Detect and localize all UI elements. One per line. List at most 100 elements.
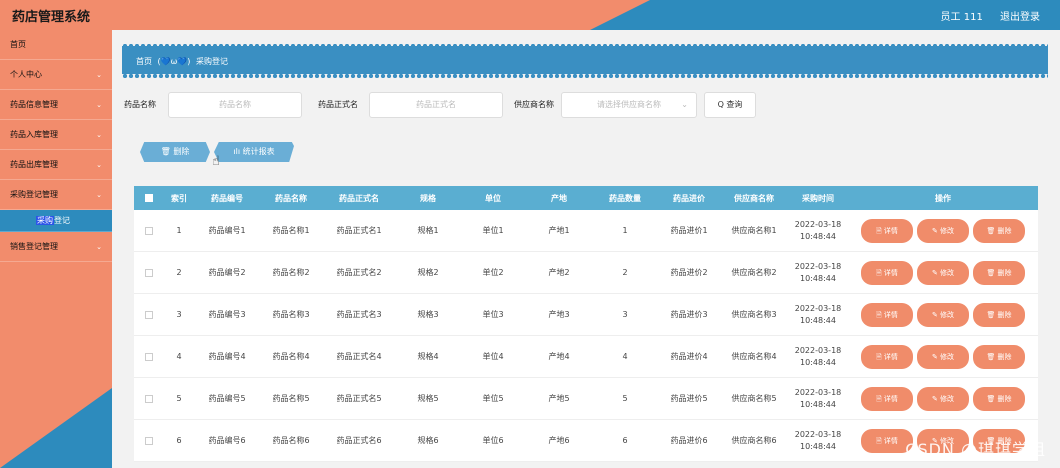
purchase-clock: 10:48:44 <box>800 357 836 367</box>
detail-button[interactable]: 🗎 详情 <box>863 346 911 367</box>
cell-purchase-time: 2022-03-18 10:48:44 <box>788 219 848 243</box>
stats-report-button[interactable]: ılı 统计报表 <box>214 142 294 162</box>
checkbox-icon <box>145 394 153 403</box>
sidebar-item-stock-out[interactable]: 药品出库管理 ⌄ <box>0 150 112 180</box>
cell-fullname: 药品正式名6 <box>336 436 382 445</box>
cell-name: 药品名称5 <box>272 394 310 403</box>
cell-price: 药品进价4 <box>670 352 708 361</box>
cell-code: 药品编号5 <box>208 394 246 403</box>
row-actions: 🗎 详情 ✎ 修改 🗑 删除 <box>848 388 1038 409</box>
purchase-date: 2022-03-18 <box>794 345 842 355</box>
cell-fullname: 药品正式名2 <box>336 268 382 277</box>
purchase-clock: 10:48:44 <box>800 273 836 283</box>
select-all-checkbox[interactable] <box>134 194 164 203</box>
main-content: 首页 (💙ω💙) 采购登记 药品名称 药品名称 药品正式名 药品正式名 供应商名… <box>112 30 1060 468</box>
detail-button[interactable]: 🗎 详情 <box>863 304 911 325</box>
detail-button[interactable]: 🗎 详情 <box>863 262 911 283</box>
detail-button[interactable]: 🗎 详情 <box>863 220 911 241</box>
row-checkbox[interactable] <box>134 394 164 403</box>
cell-qty: 1 <box>622 226 628 235</box>
cell-supplier: 供应商名称6 <box>731 436 777 445</box>
edit-button[interactable]: ✎ 修改 <box>919 388 967 409</box>
sidebar-item-label: 销售登记管理 <box>10 242 58 251</box>
supplier-select[interactable]: 请选择供应商名称 ⌄ <box>561 92 697 118</box>
detail-button[interactable]: 🗎 详情 <box>863 388 911 409</box>
purchase-table: 索引 药品编号 药品名称 药品正式名 规格 单位 产地 药品数量 药品进价 供应… <box>134 186 1038 462</box>
edit-button[interactable]: ✎ 修改 <box>919 304 967 325</box>
table-header: 索引 药品编号 药品名称 药品正式名 规格 单位 产地 药品数量 药品进价 供应… <box>134 186 1038 210</box>
cell-code: 药品编号4 <box>208 352 246 361</box>
drug-fullname-input[interactable]: 药品正式名 <box>369 92 503 118</box>
table-row: 3 药品编号3 药品名称3 药品正式名3 规格3 单位3 产地3 3 药品进价3… <box>134 294 1038 336</box>
row-actions: 🗎 详情 ✎ 修改 🗑 删除 <box>848 346 1038 367</box>
cell-index: 4 <box>176 352 182 361</box>
row-checkbox[interactable] <box>134 310 164 319</box>
user-area: 员工 111 退出登录 <box>927 8 1040 23</box>
cell-code: 药品编号3 <box>208 310 246 319</box>
sidebar-item-purchase[interactable]: 采购登记管理 ⌄ <box>0 180 112 210</box>
cell-supplier: 供应商名称5 <box>731 394 777 403</box>
delete-button[interactable]: 🗑 删除 <box>975 262 1023 283</box>
query-button[interactable]: Q 查询 <box>704 92 756 118</box>
delete-button[interactable]: 🗑 删除 <box>975 388 1023 409</box>
cell-unit: 单位5 <box>482 394 504 403</box>
row-checkbox[interactable] <box>134 268 164 277</box>
cell-origin: 产地3 <box>548 310 570 319</box>
col-header: 药品进价 <box>673 193 705 203</box>
col-header: 单位 <box>485 193 501 203</box>
sidebar-item-stock-in[interactable]: 药品入库管理 ⌄ <box>0 120 112 150</box>
detail-button[interactable]: 🗎 详情 <box>863 430 911 451</box>
checkbox-icon <box>145 436 153 445</box>
sidebar-item-home[interactable]: 首页 <box>0 30 112 60</box>
cell-code: 药品编号2 <box>208 268 246 277</box>
edit-button[interactable]: ✎ 修改 <box>919 346 967 367</box>
selected-text: 采购 <box>36 216 54 225</box>
hand-cursor-icon: ☝ <box>212 154 220 169</box>
sidebar-item-drug-info[interactable]: 药品信息管理 ⌄ <box>0 90 112 120</box>
drug-name-input[interactable]: 药品名称 <box>168 92 302 118</box>
sidebar-item-profile[interactable]: 个人中心 ⌄ <box>0 60 112 90</box>
row-actions: 🗎 详情 ✎ 修改 🗑 删除 <box>848 220 1038 241</box>
cell-index: 1 <box>176 226 182 235</box>
cell-qty: 4 <box>622 352 628 361</box>
cell-code: 药品编号1 <box>208 226 246 235</box>
sidebar-item-sales[interactable]: 销售登记管理 ⌄ <box>0 232 112 262</box>
table-row: 2 药品编号2 药品名称2 药品正式名2 规格2 单位2 产地2 2 药品进价2… <box>134 252 1038 294</box>
purchase-clock: 10:48:44 <box>800 231 836 241</box>
purchase-date: 2022-03-18 <box>794 261 842 271</box>
chevron-down-icon: ⌄ <box>96 161 102 169</box>
batch-delete-button[interactable]: 🗑 删除 <box>140 142 210 162</box>
row-actions: 🗎 详情 ✎ 修改 🗑 删除 <box>848 262 1038 283</box>
cell-supplier: 供应商名称2 <box>731 268 777 277</box>
delete-button[interactable]: 🗑 删除 <box>975 304 1023 325</box>
delete-button[interactable]: 🗑 删除 <box>975 220 1023 241</box>
checkbox-icon <box>145 352 153 361</box>
row-checkbox[interactable] <box>134 352 164 361</box>
logout-link[interactable]: 退出登录 <box>1000 12 1040 23</box>
sidebar: 首页 个人中心 ⌄ 药品信息管理 ⌄ 药品入库管理 ⌄ 药品出库管理 ⌄ 采购登记管理 ⌄… <box>0 30 112 468</box>
breadcrumb-home[interactable]: 首页 <box>136 57 152 66</box>
checkbox-icon <box>145 194 153 202</box>
cell-origin: 产地5 <box>548 394 570 403</box>
cell-index: 3 <box>176 310 182 319</box>
cell-purchase-time: 2022-03-18 10:48:44 <box>788 345 848 369</box>
top-header: 药店管理系统 员工 111 退出登录 <box>0 0 1060 30</box>
cell-fullname: 药品正式名5 <box>336 394 382 403</box>
cell-spec: 规格4 <box>417 352 439 361</box>
delete-button[interactable]: 🗑 删除 <box>975 346 1023 367</box>
row-checkbox[interactable] <box>134 436 164 445</box>
row-checkbox[interactable] <box>134 226 164 235</box>
chevron-down-icon: ⌄ <box>96 131 102 139</box>
cell-purchase-time: 2022-03-18 10:48:44 <box>788 387 848 411</box>
current-user[interactable]: 员工 111 <box>941 12 983 23</box>
cell-name: 药品名称6 <box>272 436 310 445</box>
cell-unit: 单位3 <box>482 310 504 319</box>
drug-fullname-label: 药品正式名 <box>318 100 358 109</box>
cell-origin: 产地4 <box>548 352 570 361</box>
cell-price: 药品进价1 <box>670 226 708 235</box>
col-header: 操作 <box>935 193 951 203</box>
edit-button[interactable]: ✎ 修改 <box>919 262 967 283</box>
edit-button[interactable]: ✎ 修改 <box>919 220 967 241</box>
table-row: 1 药品编号1 药品名称1 药品正式名1 规格1 单位1 产地1 1 药品进价1… <box>134 210 1038 252</box>
sidebar-subitem-purchase-register[interactable]: 采购登记 <box>0 210 112 232</box>
